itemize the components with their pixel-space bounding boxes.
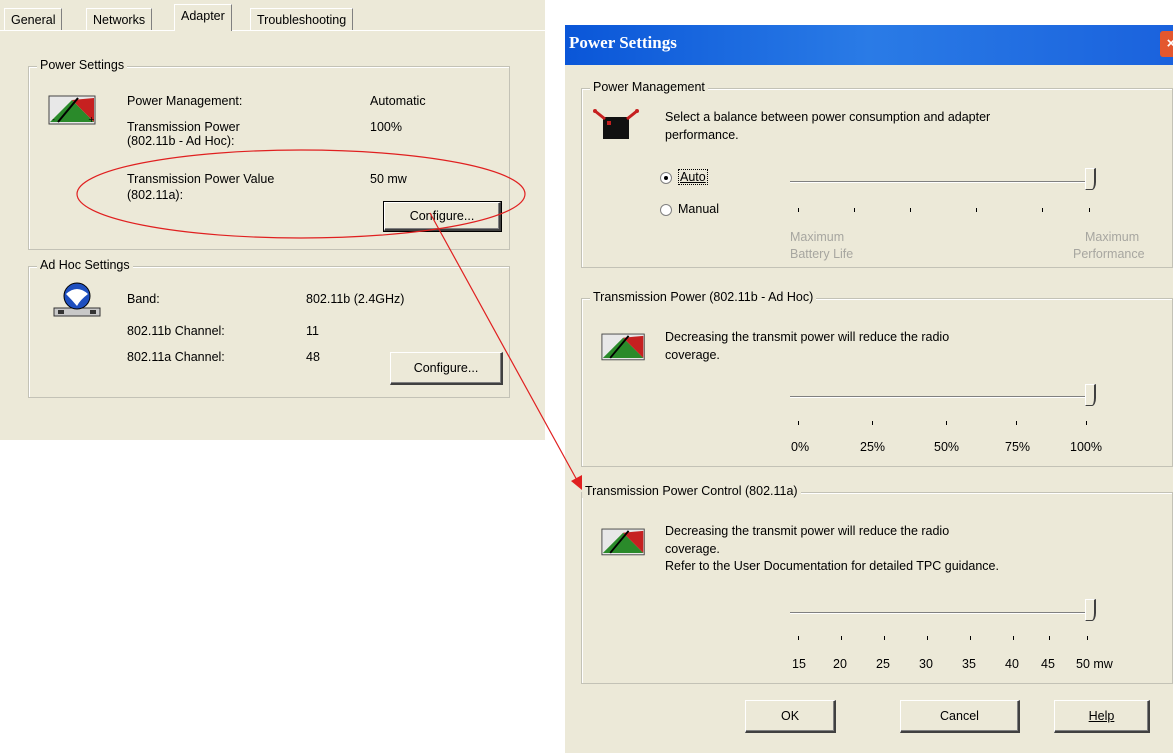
annotation-overlay	[76, 149, 582, 490]
highlight-ellipse	[76, 149, 526, 239]
annotation-arrow-head	[571, 475, 582, 490]
annotation-arrow-line	[429, 212, 579, 483]
tab-adapter[interactable]: Adapter	[174, 4, 232, 31]
